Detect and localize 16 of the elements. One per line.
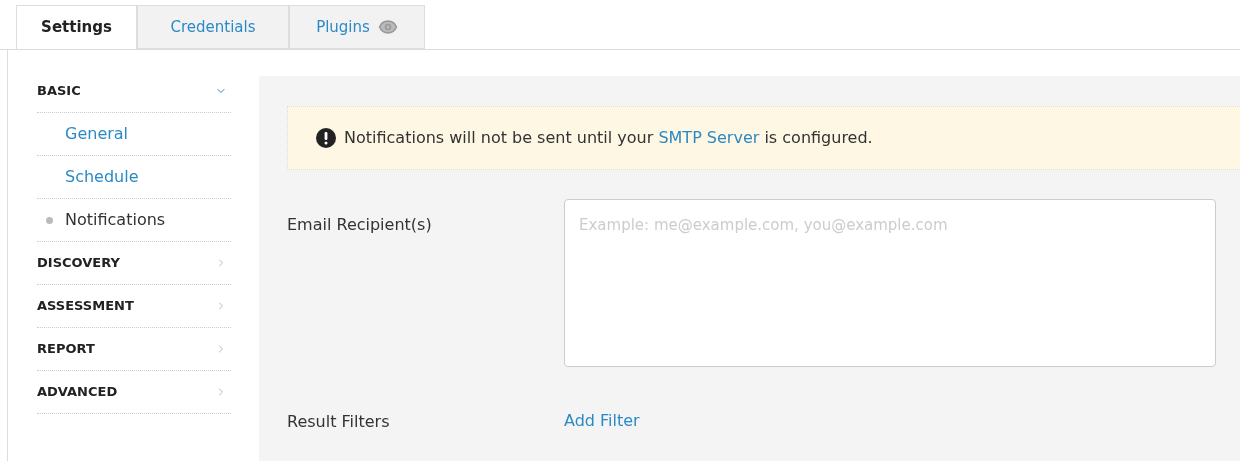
sidebar-item[interactable]: Schedule bbox=[37, 156, 231, 199]
sidebar-item[interactable]: General bbox=[37, 113, 231, 156]
email-label: Email Recipient(s) bbox=[287, 214, 433, 236]
add-filter-link[interactable]: Add Filter bbox=[564, 408, 640, 433]
sidebar-section[interactable]: ASSESSMENT bbox=[37, 285, 231, 328]
sidebar-item[interactable]: Notifications bbox=[37, 199, 231, 242]
exclamation-icon bbox=[316, 128, 336, 148]
notice-text: Notifications will not be sent until your SMTP Server is configured. bbox=[344, 127, 873, 149]
sidebar-section[interactable]: REPORT bbox=[37, 328, 231, 371]
smtp-server-link[interactable]: SMTP Server bbox=[658, 128, 760, 147]
eye-icon bbox=[377, 17, 398, 37]
sidebar-section[interactable]: ADVANCED bbox=[37, 371, 231, 414]
tab[interactable]: Settings bbox=[16, 5, 137, 50]
sidebar-section[interactable]: BASIC bbox=[37, 70, 231, 113]
sidebar-section[interactable]: DISCOVERY bbox=[37, 242, 231, 285]
result-filters-label: Result Filters bbox=[287, 411, 391, 433]
